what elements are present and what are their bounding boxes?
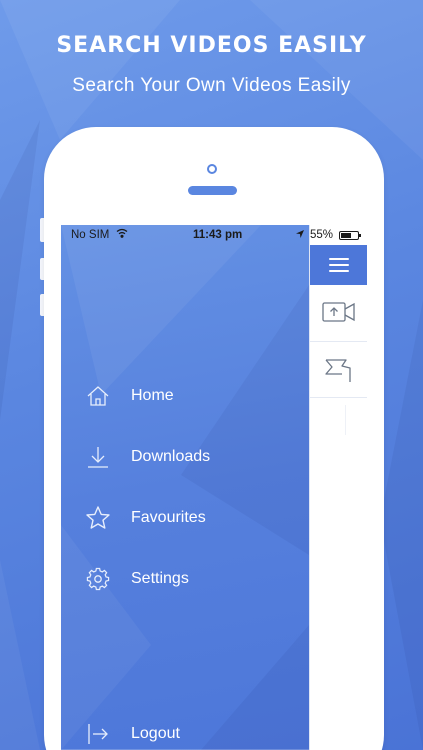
menu-item-logout[interactable]: Logout <box>61 712 309 750</box>
strip-divider <box>310 397 367 398</box>
star-icon <box>85 505 111 531</box>
menu-label-logout: Logout <box>131 725 180 742</box>
side-drawer: Home Downloads Favourites Settings Logou… <box>61 225 309 750</box>
phone-screen: Home Downloads Favourites Settings Logou… <box>61 225 367 750</box>
phone-camera <box>207 164 217 174</box>
promo-subtitle: Search Your Own Videos Easily <box>72 75 351 96</box>
promo-title: Search Videos Easily <box>56 33 367 58</box>
home-icon <box>85 383 111 409</box>
upload-video-icon[interactable] <box>322 301 356 328</box>
wifi-icon <box>116 228 128 241</box>
battery-percent: 55% <box>310 229 334 241</box>
menu-label-downloads: Downloads <box>131 448 211 465</box>
menu-item-favourites[interactable]: Favourites <box>61 496 309 540</box>
location-arrow-icon <box>295 229 305 242</box>
strip-divider <box>310 341 367 342</box>
menu-item-settings[interactable]: Settings <box>61 557 309 601</box>
scroll-hint <box>345 405 346 435</box>
battery-icon <box>339 231 361 240</box>
nav-bar <box>310 245 367 285</box>
hamburger-menu-icon[interactable] <box>329 257 349 273</box>
flag-icon[interactable] <box>324 355 354 390</box>
phone-speaker <box>188 186 237 195</box>
menu-item-home[interactable]: Home <box>61 374 309 418</box>
menu-label-favourites: Favourites <box>131 509 206 526</box>
menu-label-home: Home <box>131 387 174 404</box>
status-bar: No SIM 11:43 pm 55% <box>61 225 367 245</box>
menu-label-settings: Settings <box>131 570 189 587</box>
menu-item-downloads[interactable]: Downloads <box>61 435 309 479</box>
clock-label: 11:43 pm <box>193 229 243 241</box>
gear-icon <box>85 566 111 592</box>
carrier-label: No SIM <box>71 229 110 241</box>
main-content-peek <box>309 225 367 750</box>
drawer-pattern <box>61 225 309 750</box>
logout-icon <box>85 721 111 747</box>
download-icon <box>85 444 111 470</box>
